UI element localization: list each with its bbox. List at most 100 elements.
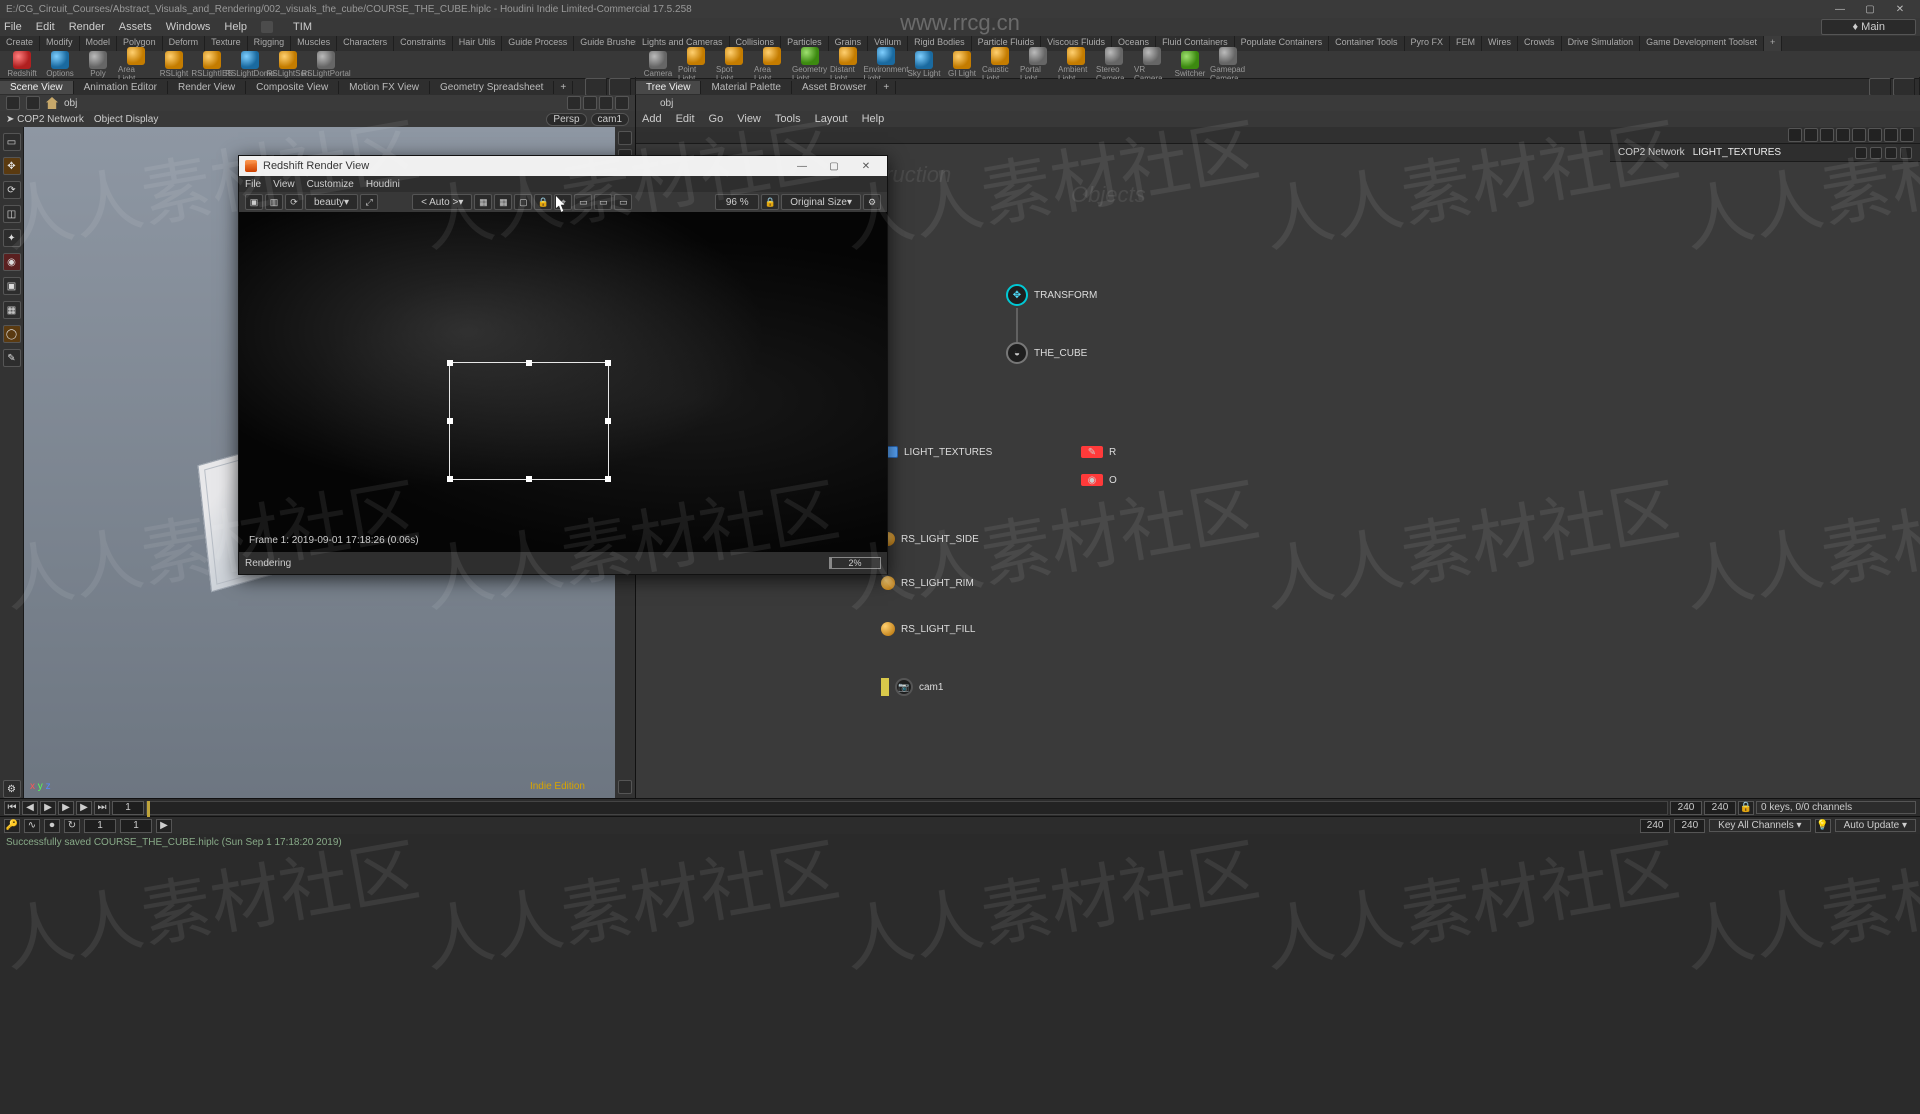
- node-light-side[interactable]: RS_LIGHT_SIDE: [881, 532, 979, 546]
- aov-dropdown[interactable]: beauty ▾: [305, 194, 358, 210]
- gear-icon[interactable]: ⚙: [863, 194, 881, 210]
- tab-scene-view[interactable]: Scene View: [0, 81, 74, 94]
- end-frame-a[interactable]: 240: [1670, 801, 1702, 815]
- tab-anim-editor[interactable]: Animation Editor: [74, 81, 168, 94]
- node-transform[interactable]: ✥TRANSFORM: [1006, 284, 1097, 306]
- realtime-icon[interactable]: ▶: [156, 819, 172, 833]
- zoom-fit-icon[interactable]: ⤢: [360, 194, 378, 210]
- rwin-menu-houdini[interactable]: Houdini: [366, 179, 400, 190]
- region-handle[interactable]: [526, 476, 532, 482]
- handles-icon[interactable]: ✦: [3, 229, 21, 247]
- timeline-track[interactable]: [146, 801, 1668, 815]
- rwin-min-icon[interactable]: —: [787, 161, 817, 172]
- sort-icon[interactable]: [1885, 147, 1897, 159]
- to-start-icon[interactable]: ⏮: [4, 801, 20, 815]
- pane-max-icon[interactable]: [1869, 78, 1891, 96]
- info-icon[interactable]: [1868, 128, 1882, 142]
- net-menu-view[interactable]: View: [737, 113, 761, 125]
- end-frame-b[interactable]: 240: [1704, 801, 1736, 815]
- cancel-icon[interactable]: ▥: [265, 194, 283, 210]
- grid-b-icon[interactable]: [1836, 128, 1850, 142]
- net-menu-tools[interactable]: Tools: [775, 113, 801, 125]
- perf-icon[interactable]: [1852, 128, 1866, 142]
- net-menu-go[interactable]: Go: [709, 113, 724, 125]
- tab-mat-palette[interactable]: Material Palette: [701, 81, 791, 94]
- zoom-lock-icon[interactable]: 🔒: [761, 194, 779, 210]
- tab-geo-spread[interactable]: Geometry Spreadsheet: [430, 81, 554, 94]
- cam-lock-icon[interactable]: [618, 131, 632, 145]
- menu-assets[interactable]: Assets: [119, 21, 152, 33]
- home-icon[interactable]: [46, 97, 58, 109]
- tab-asset-browser[interactable]: Asset Browser: [792, 81, 877, 94]
- menu-help[interactable]: Help: [224, 21, 247, 33]
- close-button[interactable]: ✕: [1886, 2, 1914, 16]
- start-frame-input[interactable]: 1: [112, 801, 144, 815]
- node-o[interactable]: ◉O: [1081, 474, 1117, 486]
- maximize-button[interactable]: ▢: [1856, 2, 1884, 16]
- down-icon[interactable]: [1884, 128, 1898, 142]
- shelf-redshift[interactable]: Redshift: [4, 51, 40, 78]
- region-handle[interactable]: [447, 360, 453, 366]
- end-a[interactable]: 240: [1640, 819, 1671, 833]
- render-region[interactable]: [449, 362, 609, 480]
- curve-icon[interactable]: ∿: [24, 819, 40, 833]
- snap-c-icon[interactable]: ▭: [614, 194, 632, 210]
- net-menu-add[interactable]: Add: [642, 113, 662, 125]
- net-menu-edit[interactable]: Edit: [676, 113, 695, 125]
- node-cam1[interactable]: 📷 cam1: [881, 678, 943, 696]
- net-menu-layout[interactable]: Layout: [815, 113, 848, 125]
- node-light-textures[interactable]: LIGHT_TEXTURES: [876, 446, 992, 458]
- menu-windows[interactable]: Windows: [166, 21, 211, 33]
- list-icon[interactable]: [1820, 128, 1834, 142]
- settings-icon[interactable]: [583, 96, 597, 110]
- rotate-icon[interactable]: ⟳: [3, 181, 21, 199]
- shelf-tab[interactable]: Create: [0, 36, 40, 51]
- menu-render[interactable]: Render: [69, 21, 105, 33]
- size-dropdown[interactable]: Original Size ▾: [781, 194, 861, 210]
- region-handle[interactable]: [447, 418, 453, 424]
- snap-b-icon[interactable]: ▭: [594, 194, 612, 210]
- net-path-obj[interactable]: obj: [660, 98, 673, 109]
- gear-icon[interactable]: ⚙: [3, 780, 21, 798]
- cam-dropdown[interactable]: cam1: [591, 113, 629, 126]
- brush-icon[interactable]: ✎: [3, 349, 21, 367]
- region-handle[interactable]: [605, 476, 611, 482]
- path-obj[interactable]: obj: [64, 98, 77, 109]
- snap-circ-icon[interactable]: ◉: [3, 253, 21, 271]
- key-icon[interactable]: 🔑: [4, 819, 20, 833]
- node-r[interactable]: ✎R: [1081, 446, 1116, 458]
- bucket-icon[interactable]: ▦: [474, 194, 492, 210]
- rwin-titlebar[interactable]: Redshift Render View — ▢ ✕: [239, 156, 887, 176]
- play-icon[interactable]: ▶: [58, 801, 74, 815]
- net-menu-help[interactable]: Help: [862, 113, 885, 125]
- playhead[interactable]: [147, 801, 150, 817]
- tab-tree-view[interactable]: Tree View: [636, 81, 701, 94]
- star-icon[interactable]: [1855, 147, 1867, 159]
- auto-dropdown[interactable]: < Auto > ▾: [412, 194, 472, 210]
- render-icon[interactable]: ▣: [245, 194, 263, 210]
- to-end-icon[interactable]: ⏭: [94, 801, 110, 815]
- zoom-value[interactable]: 96 %: [715, 194, 759, 210]
- node-the-cube[interactable]: ◒THE_CUBE: [1006, 342, 1087, 364]
- end-b[interactable]: 240: [1674, 819, 1705, 833]
- minimize-button[interactable]: —: [1826, 2, 1854, 16]
- rwin-max-icon[interactable]: ▢: [819, 161, 849, 172]
- region-handle[interactable]: [447, 476, 453, 482]
- step-back-icon[interactable]: ◀: [22, 801, 38, 815]
- disp-opts-icon[interactable]: [618, 780, 632, 794]
- rwin-canvas[interactable]: Frame 1: 2019-09-01 17:18:26 (0.06s): [239, 212, 887, 552]
- menu-file[interactable]: File: [4, 21, 22, 33]
- shelf-options[interactable]: Options: [42, 51, 78, 78]
- pane-menu-icon[interactable]: [609, 78, 631, 96]
- nav-back-icon[interactable]: [6, 96, 20, 110]
- grid-a-icon[interactable]: ▦: [494, 194, 512, 210]
- range-lock-icon[interactable]: 🔒: [1738, 801, 1754, 815]
- region-handle[interactable]: [526, 360, 532, 366]
- up-icon[interactable]: [1900, 128, 1914, 142]
- region-icon[interactable]: ▢: [514, 194, 532, 210]
- expand-icon[interactable]: [615, 96, 629, 110]
- shelf-camera[interactable]: Camera: [640, 51, 676, 78]
- rwin-menu-customize[interactable]: Customize: [307, 179, 354, 190]
- reload-icon[interactable]: ⟳: [285, 194, 303, 210]
- move-icon[interactable]: ✥: [3, 157, 21, 175]
